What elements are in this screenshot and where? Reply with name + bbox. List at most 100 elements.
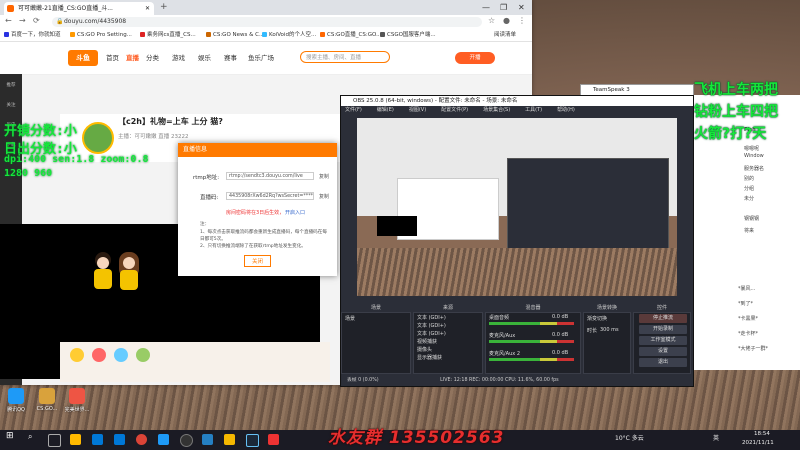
- menu-view[interactable]: 视图(V): [409, 107, 426, 113]
- back-icon[interactable]: ←: [5, 16, 12, 25]
- reading-list[interactable]: 阅读清单: [494, 29, 516, 41]
- ts-user[interactable]: 服务器名: [744, 165, 764, 172]
- app-taskbar-icon[interactable]: [268, 434, 279, 445]
- douyu-search-input[interactable]: 搜索主播、房间、直播: [300, 51, 390, 63]
- clock-date[interactable]: 2021/11/11: [742, 440, 774, 446]
- browser-tab[interactable]: 可可嫩嫩-21直播_CS:GO直播_斗... ✕: [4, 2, 154, 15]
- menu-edit[interactable]: 编辑(E): [377, 107, 394, 113]
- bookmark-csgo-client[interactable]: CSGO国服客户端...: [380, 29, 436, 41]
- transition-select[interactable]: 渐变切换: [587, 315, 607, 322]
- maximize-icon[interactable]: ❐: [500, 0, 507, 15]
- close-dialog-button[interactable]: 关闭: [244, 255, 271, 267]
- csgo-icon: [39, 388, 55, 404]
- bookmark-csgo-news[interactable]: CS:GO News & C...: [206, 29, 264, 41]
- store-icon[interactable]: [114, 434, 125, 445]
- streamer-avatar[interactable]: [82, 122, 114, 154]
- ts-user[interactable]: 未分: [744, 195, 754, 202]
- nav-events[interactable]: 赛事: [224, 52, 237, 62]
- csgo-taskbar-icon[interactable]: [224, 434, 235, 445]
- bookmark-koivoid[interactable]: KoiVoid的个人空...: [262, 29, 316, 41]
- gift-icon[interactable]: [92, 348, 106, 362]
- rtmp-address-field[interactable]: rtmp://sendtc3.douyu.com/live: [226, 172, 314, 180]
- teamspeak-title: TeamSpeak 3: [581, 85, 693, 95]
- clock-time[interactable]: 18:54: [754, 431, 770, 437]
- search-icon[interactable]: ⌕: [28, 432, 32, 442]
- menu-help[interactable]: 帮助(H): [557, 107, 575, 113]
- star-icon[interactable]: ☆: [488, 16, 495, 25]
- menu-icon[interactable]: ⋮: [518, 16, 526, 25]
- start-recording-button[interactable]: 开始录制: [639, 325, 687, 334]
- ts-user[interactable]: Window: [744, 153, 764, 159]
- nav-entertainment[interactable]: 娱乐: [198, 52, 211, 62]
- warning-text: 房间密码将在3日后生效，: [226, 210, 285, 216]
- file-explorer-icon[interactable]: [70, 434, 81, 445]
- warning-link[interactable]: 开启入口: [285, 209, 305, 216]
- duration-input[interactable]: 300 ms: [600, 327, 619, 333]
- chat-line: *卡黑果*: [738, 316, 759, 322]
- desktop-icon-csgo[interactable]: CS:GO...: [34, 388, 60, 412]
- sidebar-item-follow[interactable]: 关注: [3, 102, 19, 108]
- ts-user[interactable]: 钢钢钢: [744, 215, 759, 222]
- bookmark-csgo-pro[interactable]: CS:GO Pro Setting...: [70, 29, 132, 41]
- menu-file[interactable]: 文件(F): [345, 107, 362, 113]
- copy-code-button[interactable]: 复制: [319, 193, 329, 200]
- forward-icon[interactable]: →: [19, 16, 26, 25]
- nav-home[interactable]: 首页: [106, 52, 119, 62]
- studio-mode-button[interactable]: 工作室模式: [639, 336, 687, 345]
- edge-icon[interactable]: [92, 434, 103, 445]
- profile-icon[interactable]: ●: [503, 16, 510, 25]
- obs-title: OBS 25.0.8 (64-bit, windows) - 配置文件: 未命名…: [341, 96, 693, 106]
- desktop-icon-qq[interactable]: 腾讯QQ: [3, 388, 29, 413]
- source-item[interactable]: 摄像头: [417, 346, 432, 353]
- url-input[interactable]: 🔒 douyu.com/4435908: [52, 17, 482, 27]
- obs-taskbar-icon[interactable]: [180, 434, 193, 447]
- teamspeak-taskbar-icon[interactable]: [202, 434, 213, 445]
- chrome-icon[interactable]: [136, 434, 147, 445]
- douyu-logo[interactable]: 斗鱼: [68, 50, 98, 66]
- source-item[interactable]: 视频捕获: [417, 338, 437, 345]
- gift-icon[interactable]: [70, 348, 84, 362]
- bookmark-csgo-live[interactable]: CS:GO直播_CS:GO...: [320, 29, 381, 41]
- gift-icon[interactable]: [114, 348, 128, 362]
- source-item[interactable]: 显示器捕获: [417, 354, 442, 361]
- source-item[interactable]: 文本 (GDI+): [417, 322, 446, 329]
- stream-code-field[interactable]: 4435908rXw6d2Rq?wsSecret=******: [226, 192, 314, 200]
- source-item[interactable]: 文本 (GDI+): [417, 330, 446, 337]
- nav-category[interactable]: 分类: [146, 52, 159, 62]
- nav-live[interactable]: 直播: [126, 52, 139, 62]
- language-indicator[interactable]: 英: [713, 433, 719, 442]
- new-tab-icon[interactable]: +: [160, 2, 168, 12]
- qq-group-overlay: 水友群 135502563: [328, 428, 505, 448]
- source-item[interactable]: 文本 (GDI+): [417, 314, 446, 321]
- sidebar-item-recommend[interactable]: 推荐: [3, 82, 19, 88]
- exit-button[interactable]: 退出: [639, 358, 687, 367]
- menu-tools[interactable]: 工具(T): [525, 107, 542, 113]
- stop-streaming-button[interactable]: 停止推流: [639, 314, 687, 323]
- weather-text[interactable]: 10°C 多云: [615, 433, 644, 442]
- steam-taskbar-icon[interactable]: [246, 434, 259, 447]
- menu-profile[interactable]: 配置文件(P): [441, 107, 468, 113]
- bookmark-crew[interactable]: 乘务网cs直播_CS...: [140, 29, 196, 41]
- close-window-icon[interactable]: ✕: [518, 0, 525, 15]
- scene-item[interactable]: 场景: [345, 315, 355, 322]
- desktop-icon-perfect-world[interactable]: 完美世界...: [64, 388, 90, 413]
- start-live-button[interactable]: 开播: [455, 52, 495, 64]
- qq-taskbar-icon[interactable]: [158, 434, 169, 445]
- mixer-dock: 桌面音频 0.0 dB 麦克风/Aux 0.0 dB 麦克风/Aux 2 0.0…: [485, 312, 581, 374]
- ts-user[interactable]: 分组: [744, 185, 754, 192]
- ts-user[interactable]: 别的: [744, 175, 754, 182]
- obs-preview[interactable]: [357, 118, 677, 296]
- copy-rtmp-button[interactable]: 复制: [319, 173, 329, 180]
- gift-icon[interactable]: [136, 348, 150, 362]
- minimize-icon[interactable]: —: [482, 0, 490, 15]
- nav-square[interactable]: 鱼乐广场: [248, 52, 274, 62]
- menu-scene-collection[interactable]: 场景集合(S): [483, 107, 510, 113]
- task-view-icon[interactable]: [48, 434, 61, 447]
- start-icon[interactable]: ⊞: [6, 431, 14, 441]
- ts-user[interactable]: 将来: [744, 227, 754, 234]
- bookmark-baidu[interactable]: 百度一下，你就知道: [4, 29, 61, 41]
- reload-icon[interactable]: ⟳: [33, 16, 40, 25]
- close-tab-icon[interactable]: ✕: [145, 2, 150, 15]
- settings-button[interactable]: 设置: [639, 347, 687, 356]
- nav-game[interactable]: 游戏: [172, 52, 185, 62]
